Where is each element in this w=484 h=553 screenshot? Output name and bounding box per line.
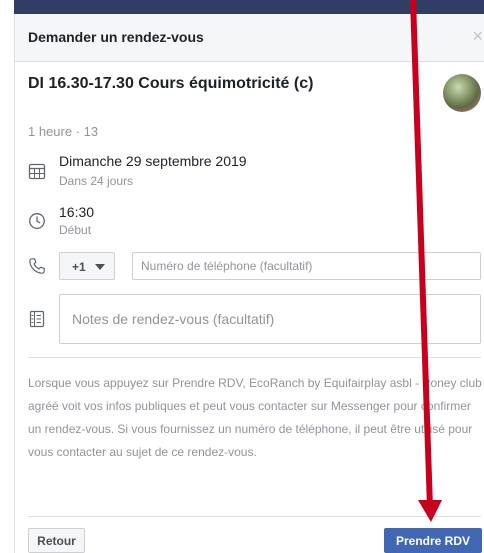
footer-divider bbox=[28, 516, 481, 517]
background-strip bbox=[0, 0, 15, 553]
phone-number-input[interactable] bbox=[132, 252, 481, 280]
top-bar bbox=[14, 0, 484, 14]
chevron-down-icon bbox=[95, 264, 105, 270]
section-divider bbox=[28, 357, 481, 358]
phone-icon bbox=[29, 258, 45, 274]
event-meta: 1 heure · 13 bbox=[28, 124, 99, 139]
country-code-label: +1 bbox=[72, 260, 86, 274]
back-button[interactable]: Retour bbox=[28, 528, 85, 553]
notes-input[interactable] bbox=[59, 294, 481, 344]
appointment-date-relative: Dans 24 jours bbox=[59, 174, 134, 188]
country-code-dropdown[interactable]: +1 bbox=[59, 252, 115, 280]
close-icon[interactable]: × bbox=[472, 26, 483, 47]
dialog-header: Demander un rendez-vous × bbox=[15, 14, 484, 62]
appointment-time: 16:30 bbox=[59, 204, 95, 220]
book-appointment-button[interactable]: Prendre RDV bbox=[384, 528, 482, 553]
appointment-time-label: Début bbox=[59, 223, 92, 237]
notes-icon bbox=[29, 310, 45, 328]
consent-info-text: Lorsque vous appuyez sur Prendre RDV, Ec… bbox=[28, 376, 482, 459]
clock-icon bbox=[29, 213, 45, 229]
dialog-title: Demander un rendez-vous bbox=[28, 29, 204, 45]
calendar-icon bbox=[28, 163, 46, 180]
avatar bbox=[443, 74, 481, 112]
appointment-dialog: Demander un rendez-vous × DI 16.30-17.30… bbox=[14, 14, 484, 553]
event-title: DI 16.30-17.30 Cours équimotricité (c) bbox=[28, 75, 314, 92]
appointment-date: Dimanche 29 septembre 2019 bbox=[59, 153, 247, 169]
